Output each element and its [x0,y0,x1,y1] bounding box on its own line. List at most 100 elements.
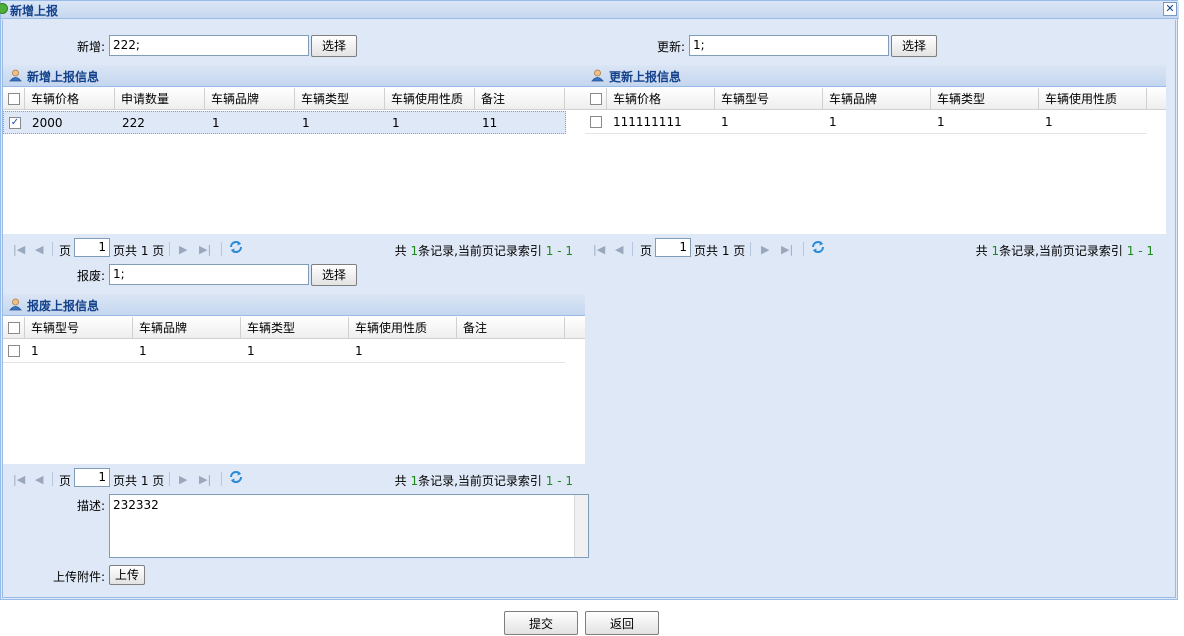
title-bar: 新增上报 ✕ [0,1,1179,19]
column-header[interactable]: 车辆价格 [607,88,715,110]
last-page-icon[interactable]: ▶| [199,243,211,256]
page-prefix: 页 [59,474,72,488]
back-button[interactable]: 返回 [585,611,659,635]
table-cell: 1 [937,115,945,129]
user-icon [9,69,22,82]
table-cell: 1 [829,115,837,129]
column-header[interactable]: 车辆类型 [931,88,1039,110]
scrap-input[interactable]: 1; [109,264,309,285]
add-panel-title: 新增上报信息 [27,70,100,84]
refresh-icon[interactable] [228,239,244,255]
user-icon [9,298,22,311]
description-text: 232332 [113,498,159,512]
prev-page-icon[interactable]: ◀ [35,243,43,256]
select-all-checkbox[interactable] [585,88,607,110]
column-header[interactable]: 车辆型号 [715,88,823,110]
column-header[interactable]: 车辆使用性质 [349,317,457,339]
next-page-icon[interactable]: ▶ [761,243,769,256]
column-header[interactable]: 车辆类型 [241,317,349,339]
update-panel-title: 更新上报信息 [609,70,682,84]
submit-button[interactable]: 提交 [504,611,578,635]
add-select-button[interactable]: 选择 [311,35,357,57]
update-label: 更新: [656,40,685,54]
table-cell: 1 [355,344,363,358]
update-input[interactable]: 1; [689,35,889,56]
column-header[interactable]: 车辆价格 [25,88,115,110]
table-cell: 2000 [32,116,63,130]
table-cell: 1 [247,344,255,358]
update-panel-header: 更新上报信息 [585,65,1166,87]
column-header[interactable]: 申请数量 [115,88,205,110]
page-input[interactable]: 1 [74,468,110,487]
scrap-report-panel: 报废上报信息 车辆型号 车辆品牌 车辆类型 车辆使用性质 备注 1 1 1 1 [3,294,585,464]
update-grid-header: 车辆价格 车辆型号 车辆品牌 车辆类型 车辆使用性质 [585,88,1166,110]
table-cell: 1 [392,116,400,130]
table-cell: 111111111 [613,115,682,129]
scrap-grid-header: 车辆型号 车辆品牌 车辆类型 车辆使用性质 备注 [3,317,585,339]
record-info: 共 1条记录,当前页记录索引 1 - 1 [394,474,573,488]
first-page-icon[interactable]: |◀ [593,243,605,256]
add-input[interactable]: 222; [109,35,309,56]
scrap-select-button[interactable]: 选择 [311,264,357,286]
update-select-button[interactable]: 选择 [891,35,937,57]
column-header[interactable]: 备注 [457,317,565,339]
column-header[interactable]: 车辆品牌 [205,88,295,110]
column-header[interactable]: 车辆使用性质 [385,88,475,110]
textarea-scrollbar[interactable] [574,495,588,557]
next-page-icon[interactable]: ▶ [179,473,187,486]
column-header[interactable]: 车辆型号 [25,317,133,339]
page-input[interactable]: 1 [74,238,110,257]
table-cell: 1 [212,116,220,130]
row-checkbox[interactable]: ✓ [4,112,26,135]
table-cell: 222 [122,116,145,130]
add-grid-header: 车辆价格 申请数量 车辆品牌 车辆类型 车辆使用性质 备注 [3,88,585,110]
column-header[interactable]: 车辆品牌 [823,88,931,110]
table-cell: 1 [721,115,729,129]
scrap-panel-title: 报废上报信息 [27,299,100,313]
record-info: 共 1条记录,当前页记录索引 1 - 1 [975,244,1154,258]
add-panel-header: 新增上报信息 [3,65,585,87]
refresh-icon[interactable] [810,239,826,255]
table-row[interactable]: 1 1 1 1 [3,340,565,363]
table-cell: 1 [302,116,310,130]
table-row[interactable]: ✓ 2000 222 1 1 1 11 [3,111,566,134]
first-page-icon[interactable]: |◀ [13,243,25,256]
prev-page-icon[interactable]: ◀ [615,243,623,256]
record-info: 共 1条记录,当前页记录索引 1 - 1 [394,244,573,258]
table-cell: 1 [139,344,147,358]
add-report-panel: 新增上报信息 车辆价格 申请数量 车辆品牌 车辆类型 车辆使用性质 备注 ✓ 2… [3,65,585,234]
next-page-icon[interactable]: ▶ [179,243,187,256]
scrap-label: 报废: [76,269,105,283]
page-suffix: 页共 1 页 [694,244,746,258]
scrap-pager: |◀ ◀ 页 1 页共 1 页 ▶ ▶| 共 1条记录,当前页记录索引 1 - … [3,466,585,492]
table-cell: 11 [482,116,498,130]
last-page-icon[interactable]: ▶| [781,243,793,256]
close-icon[interactable]: ✕ [1163,2,1177,16]
row-checkbox[interactable] [3,340,25,363]
column-header[interactable]: 车辆品牌 [133,317,241,339]
add-pager: |◀ ◀ 页 1 页共 1 页 ▶ ▶| 共 1条记录,当前页记录索引 1 - … [3,236,585,262]
table-row[interactable]: 111111111 1 1 1 1 [585,111,1147,134]
dialog-body: 新增: 222; 选择 更新: 1; 选择 新增上报信息 车辆价格 申请数量 车… [2,20,1176,598]
select-all-checkbox[interactable] [3,88,25,110]
column-header[interactable]: 车辆使用性质 [1039,88,1147,110]
scrap-panel-header: 报废上报信息 [3,294,585,316]
page-suffix: 页共 1 页 [113,474,165,488]
add-label: 新增: [76,40,105,54]
page-prefix: 页 [640,244,653,258]
prev-page-icon[interactable]: ◀ [35,473,43,486]
refresh-icon[interactable] [228,469,244,485]
last-page-icon[interactable]: ▶| [199,473,211,486]
circle-icon [0,3,8,14]
report-dialog: 新增上报 ✕ 新增: 222; 选择 更新: 1; 选择 新增上报信息 车辆价格… [0,0,1179,600]
page-prefix: 页 [59,244,72,258]
upload-label: 上传附件: [52,570,105,584]
first-page-icon[interactable]: |◀ [13,473,25,486]
row-checkbox[interactable] [585,111,607,134]
column-header[interactable]: 备注 [475,88,565,110]
description-textarea[interactable]: 232332 [109,494,589,558]
select-all-checkbox[interactable] [3,317,25,339]
column-header[interactable]: 车辆类型 [295,88,385,110]
upload-button[interactable]: 上传 [109,565,145,585]
page-input[interactable]: 1 [655,238,691,257]
